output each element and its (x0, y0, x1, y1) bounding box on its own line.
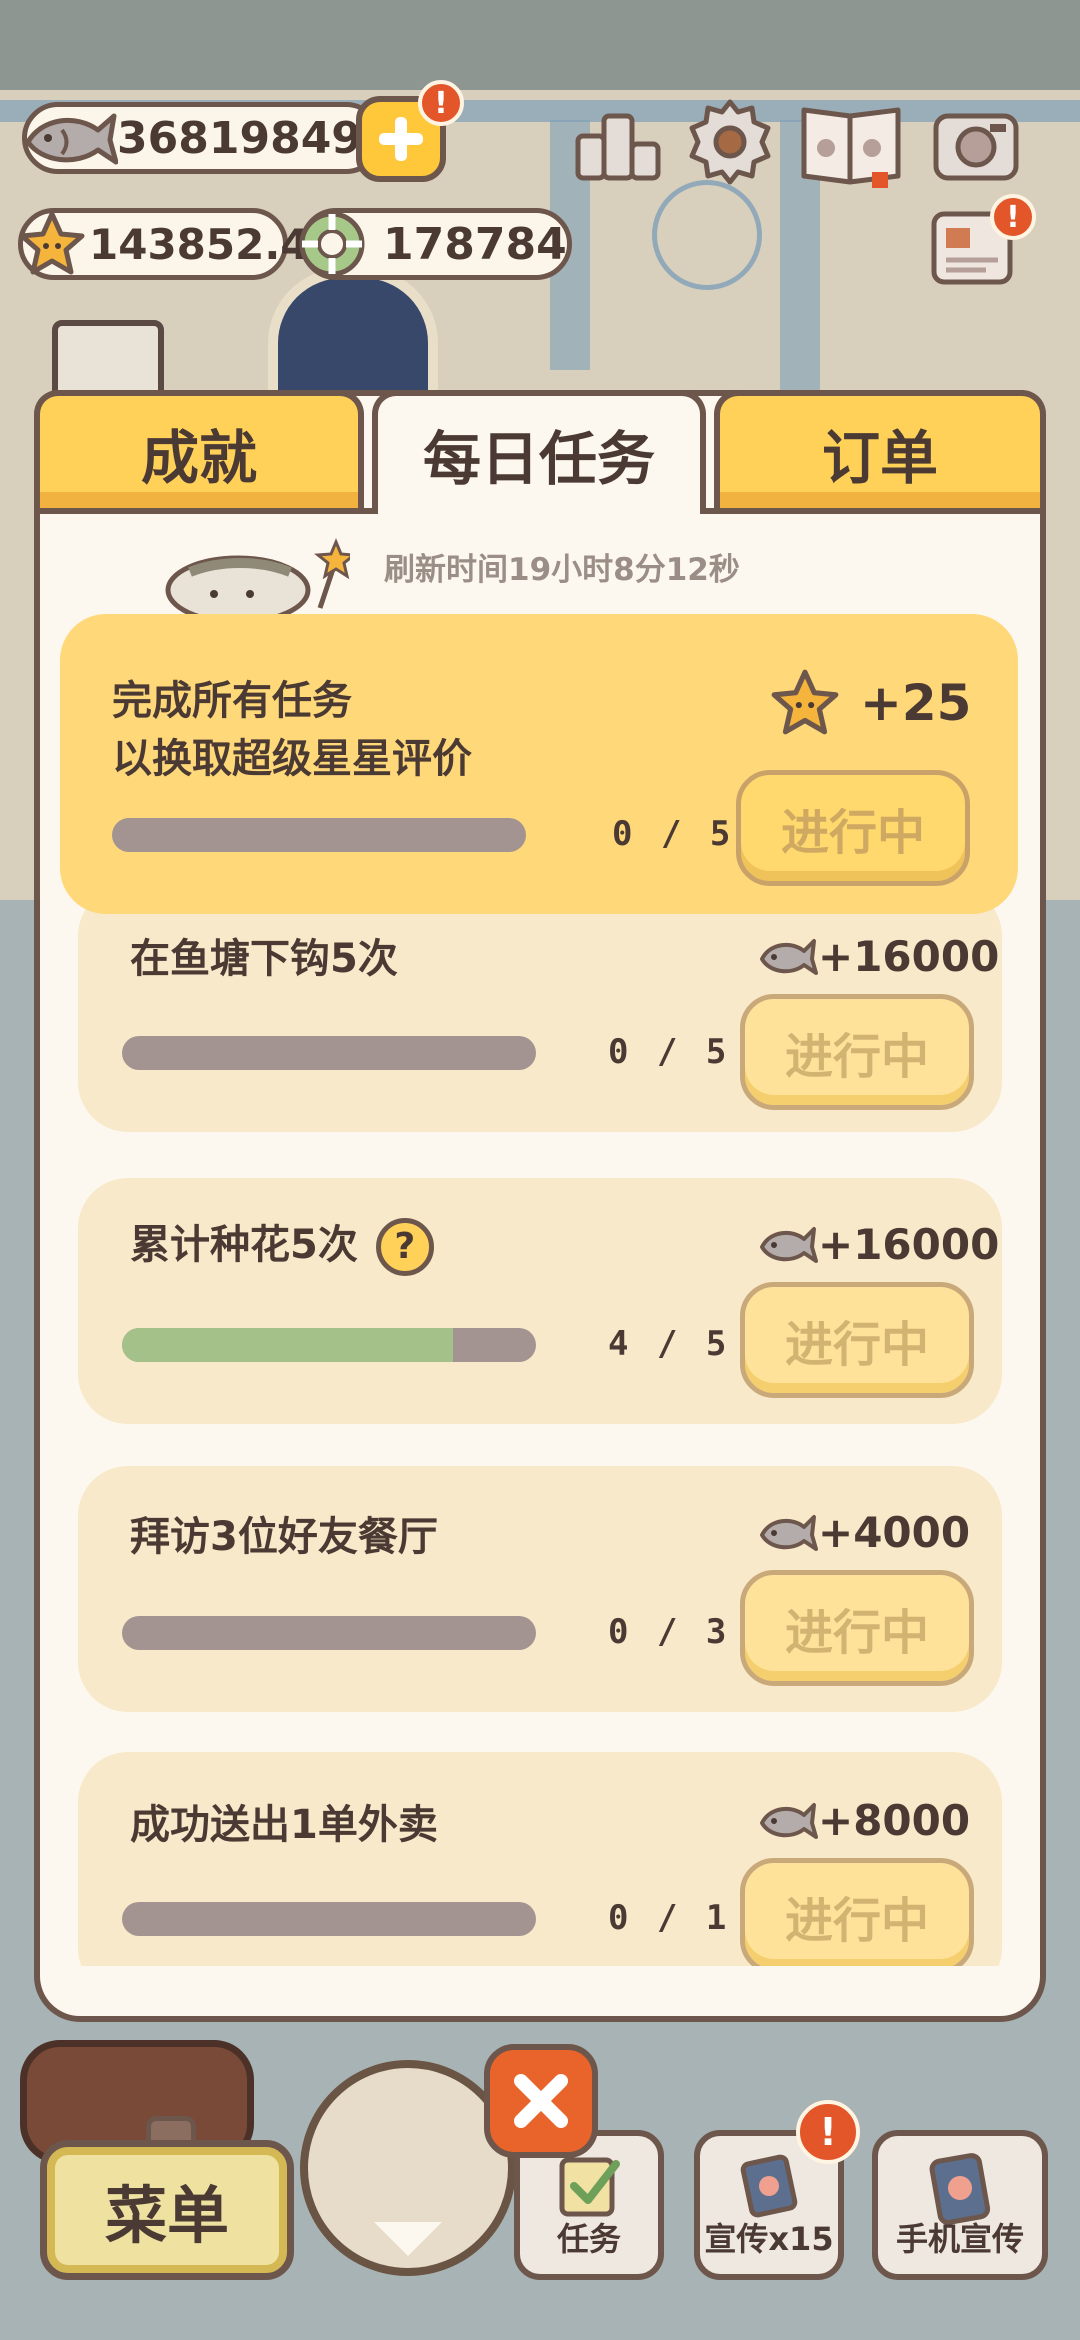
featured-title: 完成所有任务 以换取超级星星评价 (112, 672, 472, 788)
tab-achievements-label: 成就 (140, 424, 257, 492)
add-fish-badge: ! (418, 80, 464, 126)
menu-button[interactable]: 菜单 (40, 2140, 294, 2280)
fish-icon (760, 1514, 818, 1551)
featured-title-line1: 完成所有任务 (112, 678, 352, 724)
task-progress-count: 0 / 5 (608, 1032, 727, 1072)
featured-progress-count: 0 / 5 (612, 814, 731, 854)
task-card: 累计种花5次? +16000 4 / 5 进行中 (78, 1178, 1002, 1424)
star-icon (771, 669, 839, 735)
task-card: 拜访3位好友餐厅 +4000 0 / 3 进行中 (78, 1466, 1002, 1712)
featured-title-line2: 以换取超级星星评价 (112, 736, 472, 782)
tab-achievements[interactable]: 成就 (34, 390, 364, 510)
star-icon (19, 211, 85, 275)
featured-progress-bar (112, 818, 526, 852)
refresh-timer: 刷新时间19小时8分12秒 (384, 552, 740, 588)
settings-gear-icon[interactable] (684, 96, 776, 188)
background-compass (652, 180, 762, 290)
task-progress-count: 4 / 5 (608, 1324, 727, 1364)
plus-icon (379, 117, 423, 161)
task-progress-fill (122, 1328, 454, 1362)
task-status-button[interactable]: 进行中 (740, 1570, 974, 1686)
promo-dock-label: 宣传x15 (704, 2220, 834, 2258)
checklist-icon (559, 2157, 620, 2217)
fish-amount: 368198490 (117, 112, 393, 164)
tab-orders[interactable]: 订单 (714, 390, 1046, 510)
task-reward: +16000 (758, 1220, 999, 1269)
fish-icon (760, 1226, 818, 1263)
task-status-button[interactable]: 进行中 (740, 1282, 974, 1398)
ring-amount: 178784 (383, 218, 567, 270)
task-title-text: 累计种花5次 (130, 1222, 358, 1268)
task-reward-value: +4000 (818, 1508, 971, 1557)
task-status-label: 进行中 (784, 1605, 929, 1661)
task-status-button[interactable]: 进行中 (740, 1858, 974, 1966)
task-reward-value: +16000 (818, 1220, 1000, 1269)
lifebuoy-icon (299, 211, 365, 277)
task-reward-value: +16000 (818, 932, 1000, 981)
active-tab-gap (378, 504, 700, 518)
close-icon (514, 2074, 568, 2128)
fish-icon (760, 1802, 818, 1839)
mail-badge: ! (990, 194, 1036, 240)
task-list[interactable]: 在鱼塘下钩5次 +16000 0 / 5 进行中 累计种花5次? +16000 … (40, 610, 1040, 1966)
tab-daily-tasks-label: 每日任务 (422, 425, 655, 493)
paw-book-icon[interactable] (796, 96, 906, 188)
task-progress-count: 0 / 3 (608, 1612, 727, 1652)
task-reward: +8000 (758, 1796, 970, 1845)
task-progress-bar (122, 1328, 536, 1362)
task-title: 成功送出1单外卖 (130, 1802, 438, 1848)
task-reward-value: +8000 (818, 1796, 971, 1845)
star-amount: 143852.4 (89, 219, 310, 269)
promo-badge: ! (796, 2100, 860, 2164)
task-reward: +16000 (758, 932, 999, 981)
task-progress-bar (122, 1036, 536, 1070)
task-status-label: 进行中 (784, 1029, 929, 1085)
task-status-button[interactable]: 进行中 (740, 994, 974, 1110)
task-progress-bar (122, 1616, 536, 1650)
menu-label: 菜单 (104, 2179, 229, 2252)
task-title: 在鱼塘下钩5次 (130, 936, 398, 982)
featured-reward-value: +25 (860, 674, 972, 732)
tab-daily-tasks[interactable]: 每日任务 (372, 390, 706, 512)
fish-icon (25, 113, 118, 165)
phone-promo-dock-label: 手机宣传 (895, 2220, 1024, 2258)
featured-status-label: 进行中 (780, 805, 925, 861)
task-title: 拜访3位好友餐厅 (130, 1514, 438, 1560)
close-button[interactable] (484, 2044, 598, 2158)
task-status-label: 进行中 (784, 1893, 929, 1949)
task-card: 成功送出1单外卖 +8000 0 / 1 进行中 (78, 1752, 1002, 1966)
caret-down-icon[interactable] (374, 2222, 442, 2256)
featured-task-card: 完成所有任务 以换取超级星星评价 +25 0 / 5 进行中 (60, 614, 1018, 914)
task-reward: +4000 (758, 1508, 970, 1557)
task-progress-count: 0 / 1 (608, 1898, 727, 1938)
ranking-icon[interactable] (572, 96, 664, 188)
task-title: 累计种花5次? (130, 1216, 434, 1276)
featured-reward: +25 (768, 666, 971, 740)
featured-status-button[interactable]: 进行中 (736, 770, 970, 886)
camera-icon[interactable] (930, 96, 1022, 188)
fish-icon (760, 938, 818, 975)
task-status-label: 进行中 (784, 1317, 929, 1373)
task-card: 在鱼塘下钩5次 +16000 0 / 5 进行中 (78, 886, 1002, 1132)
tab-orders-label: 订单 (821, 424, 938, 492)
help-question-icon[interactable]: ? (375, 1218, 434, 1276)
task-progress-bar (122, 1902, 536, 1936)
phone-promo-dock-button[interactable]: 手机宣传 (872, 2130, 1048, 2280)
task-dock-label: 任务 (556, 2220, 621, 2258)
promo-card-icon (740, 2154, 798, 2218)
